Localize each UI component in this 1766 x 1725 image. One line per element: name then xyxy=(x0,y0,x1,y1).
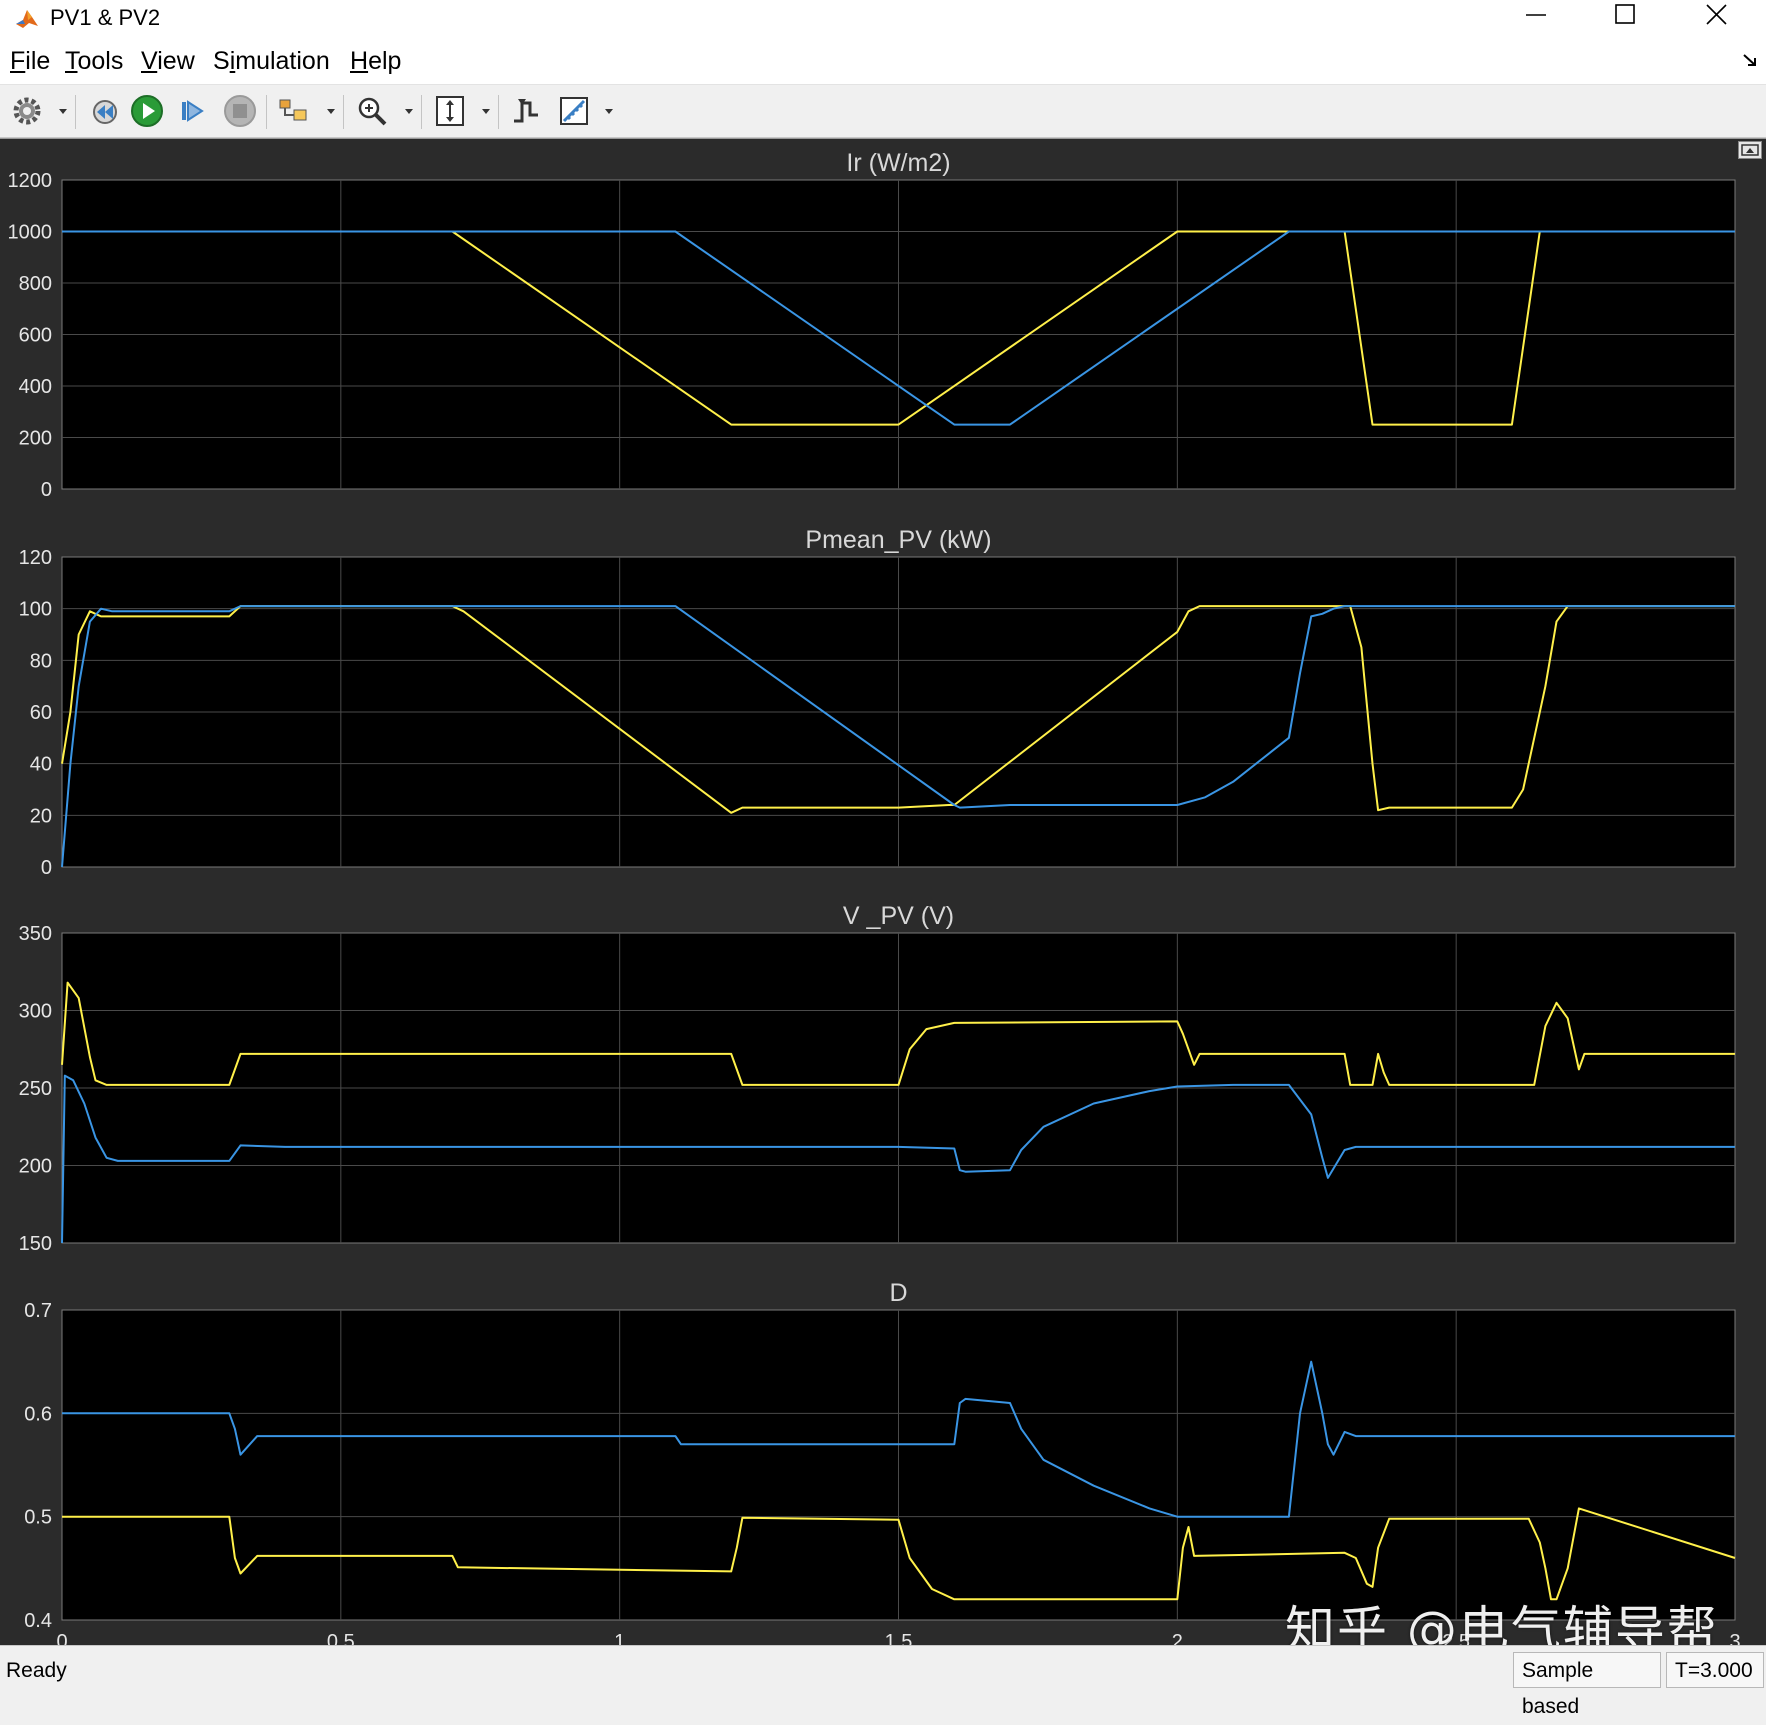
triggers-icon[interactable] xyxy=(508,93,544,129)
y-tick-label: 0.7 xyxy=(24,1300,52,1322)
zoom-icon[interactable] xyxy=(354,93,390,129)
plot-4-title: D xyxy=(889,1279,907,1307)
step-back-icon[interactable] xyxy=(85,93,121,129)
y-tick-label: 60 xyxy=(30,702,52,724)
toolbar-separator xyxy=(266,95,267,129)
x-tick-label: 1.5 xyxy=(885,1631,913,1646)
autoscale-icon[interactable] xyxy=(432,93,468,129)
close-button[interactable] xyxy=(1672,0,1762,38)
toolbar-separator xyxy=(421,95,422,129)
x-tick-label: 0.5 xyxy=(327,1631,355,1646)
window-title: PV1 & PV2 xyxy=(50,5,161,30)
toolbar-separator xyxy=(498,95,499,129)
y-tick-label: 0.5 xyxy=(24,1507,52,1529)
y-tick-label: 1200 xyxy=(8,170,53,192)
toolbar-separator xyxy=(343,95,344,129)
status-sample-mode: Sample based xyxy=(1513,1652,1661,1718)
y-tick-label: 350 xyxy=(19,923,52,945)
scope-display: 0 200 400 600 800 1000 1200 Ir (W/m2) 0 20 40 60 80 1… xyxy=(0,138,1766,1646)
window-titlebar: PV1 & PV2 xyxy=(0,0,1766,38)
scope-plots: 020040060080010001200Ir (W/m2)0204060801… xyxy=(8,149,1741,1646)
y-tick-label: 150 xyxy=(19,1233,52,1255)
menu-simulation[interactable]: Simulation xyxy=(213,47,330,76)
menu-help[interactable]: Help xyxy=(350,47,401,76)
menu-tools[interactable]: Tools xyxy=(65,47,123,76)
y-tick-label: 400 xyxy=(19,376,52,398)
step-forward-icon[interactable] xyxy=(175,93,211,129)
menu-file[interactable]: File xyxy=(10,47,50,76)
x-tick-label: 1 xyxy=(614,1631,625,1646)
y-tick-label: 0.6 xyxy=(24,1403,52,1425)
plot-3-title: V _PV (V) xyxy=(843,902,954,930)
toolbar xyxy=(0,85,1766,138)
zoom-dropdown-icon[interactable] xyxy=(402,93,416,129)
menubar: File Tools View Simulation Help xyxy=(0,38,1766,85)
y-tick-label: 600 xyxy=(19,325,52,347)
plot-2-title: Pmean_PV (kW) xyxy=(805,526,991,554)
y-tick-label: 0 xyxy=(41,857,52,879)
highlight-dropdown-icon[interactable] xyxy=(324,93,338,129)
x-tick-label: 2 xyxy=(1172,1631,1183,1646)
cursor-measure-icon[interactable] xyxy=(556,93,592,129)
run-icon[interactable] xyxy=(129,93,165,129)
y-tick-label: 80 xyxy=(30,650,52,672)
menu-view[interactable]: View xyxy=(141,47,195,76)
gear-dropdown-icon[interactable] xyxy=(56,93,70,129)
y-tick-label: 300 xyxy=(19,1001,52,1023)
highlight-icon[interactable] xyxy=(276,93,312,129)
y-tick-label: 1000 xyxy=(8,222,53,244)
y-tick-label: 800 xyxy=(19,273,52,295)
matlab-logo-icon xyxy=(14,6,40,32)
status-time: T=3.000 xyxy=(1666,1652,1764,1688)
maximize-button[interactable] xyxy=(1580,0,1670,38)
minimize-button[interactable] xyxy=(1491,0,1581,38)
x-tick-label: 0 xyxy=(56,1631,67,1646)
minimize-icon xyxy=(1526,14,1546,16)
x-tick-label: 3 xyxy=(1729,1631,1740,1646)
status-ready: Ready xyxy=(6,1659,67,1682)
dock-arrow-icon[interactable] xyxy=(1742,52,1758,68)
measure-dropdown-icon[interactable] xyxy=(602,93,616,129)
y-tick-label: 120 xyxy=(19,547,52,569)
close-icon xyxy=(1706,4,1727,25)
y-tick-label: 100 xyxy=(19,599,52,621)
y-tick-label: 200 xyxy=(19,1156,52,1178)
gear-icon[interactable] xyxy=(9,93,45,129)
plot-1-title: Ir (W/m2) xyxy=(846,149,950,177)
y-tick-label: 0.4 xyxy=(24,1610,52,1632)
y-tick-label: 20 xyxy=(30,805,52,827)
maximize-icon xyxy=(1615,4,1635,24)
autoscale-dropdown-icon[interactable] xyxy=(479,93,493,129)
status-bar: Ready Sample based T=3.000 xyxy=(0,1645,1766,1718)
stop-icon[interactable] xyxy=(222,93,258,129)
y-tick-label: 200 xyxy=(19,428,52,450)
y-tick-label: 250 xyxy=(19,1078,52,1100)
toolbar-separator xyxy=(75,95,76,129)
y-tick-label: 0 xyxy=(41,479,52,501)
y-tick-label: 40 xyxy=(30,754,52,776)
